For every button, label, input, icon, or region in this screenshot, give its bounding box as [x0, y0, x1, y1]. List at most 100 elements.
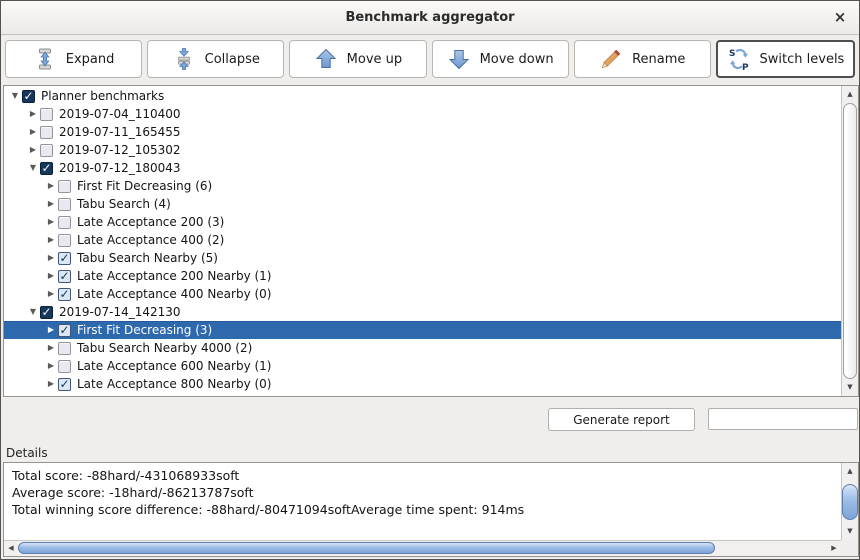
expander-collapsed-icon[interactable]: ▶ [44, 375, 58, 393]
expander-collapsed-icon[interactable]: ▶ [44, 213, 58, 231]
toolbar-button-label: Switch levels [760, 52, 845, 67]
expander-collapsed-icon[interactable]: ▶ [44, 249, 58, 267]
scroll-up-icon[interactable]: ▲ [842, 86, 858, 102]
expand-icon [33, 47, 57, 71]
tree-row[interactable]: ▶ 2019-07-04_110400 [4, 105, 841, 123]
tree-checkbox[interactable] [40, 162, 53, 175]
tree-item-label: 2019-07-04_110400 [59, 107, 181, 121]
tree-row[interactable]: ▶Late Acceptance 200 Nearby (1) [4, 267, 841, 285]
tree-row[interactable]: ▶2019-07-12_105302 [4, 141, 841, 159]
tree-row[interactable]: ▼ Planner benchmarks [4, 87, 841, 105]
move-down-icon [447, 47, 471, 71]
details-line: Average score: -18hard/-86213787soft [12, 484, 836, 501]
tree-item-label: Late Acceptance 400 (2) [77, 233, 224, 247]
tree-row[interactable]: ▶Late Acceptance 800 Nearby (0) [4, 375, 841, 393]
tree-checkbox[interactable] [40, 126, 53, 139]
tree-row[interactable]: ▶ Tabu Search Nearby 4000 (2) [4, 339, 841, 357]
benchmark-tree-panel: ▼Planner benchmarks▶2019-07-04_110400▶20… [3, 85, 859, 397]
expander-collapsed-icon[interactable]: ▶ [44, 231, 58, 249]
expander-collapsed-icon[interactable]: ▶ [26, 123, 40, 141]
benchmark-tree: ▼Planner benchmarks▶2019-07-04_110400▶20… [4, 87, 841, 396]
switch-levels-button[interactable]: SP Switch levels [716, 40, 855, 78]
tree-item-label: Planner benchmarks [41, 89, 164, 103]
svg-text:S: S [729, 49, 735, 59]
scroll-right-icon[interactable]: ▶ [827, 541, 841, 556]
expander-collapsed-icon[interactable]: ▶ [26, 141, 40, 159]
scroll-down-icon[interactable]: ▼ [842, 379, 858, 395]
details-text: Total score: -88hard/-431068933softAvera… [12, 467, 836, 538]
tree-checkbox[interactable] [58, 252, 71, 265]
tree-row[interactable]: ▶ Late Acceptance 400 (2) [4, 231, 841, 249]
tree-row[interactable]: ▶First Fit Decreasing (6) [4, 177, 841, 195]
tree-row[interactable]: ▶ Late Acceptance 600 Nearby (1) [4, 357, 841, 375]
expander-collapsed-icon[interactable]: ▶ [44, 195, 58, 213]
rename-button[interactable]: Rename [574, 40, 711, 78]
tree-checkbox[interactable] [58, 234, 71, 247]
details-horizontal-scrollbar[interactable]: ◀ ▶ [4, 540, 841, 556]
tree-checkbox[interactable] [40, 108, 53, 121]
details-label: Details [6, 446, 48, 460]
tree-item-label: Late Acceptance 600 Nearby (1) [77, 359, 272, 373]
toolbar-button-label: Move down [480, 52, 554, 67]
details-panel: Total score: -88hard/-431068933softAvera… [3, 462, 859, 557]
close-icon[interactable]: × [827, 1, 853, 34]
tree-checkbox[interactable] [58, 378, 71, 391]
details-vscrollbar-thumb[interactable] [842, 484, 858, 520]
tree-checkbox[interactable] [58, 324, 71, 337]
tree-checkbox[interactable] [58, 360, 71, 373]
tree-item-label: First Fit Decreasing (3) [77, 323, 212, 337]
expander-collapsed-icon[interactable]: ▶ [26, 105, 40, 123]
tree-row[interactable]: ▶Late Acceptance 200 (3) [4, 213, 841, 231]
expander-expanded-icon[interactable]: ▼ [26, 159, 40, 177]
tree-checkbox[interactable] [58, 270, 71, 283]
scroll-down-icon[interactable]: ▼ [842, 523, 858, 539]
tree-item-label: Tabu Search Nearby 4000 (2) [77, 341, 252, 355]
tree-item-label: Tabu Search Nearby (5) [77, 251, 218, 265]
tree-checkbox[interactable] [22, 90, 35, 103]
generate-report-button[interactable]: Generate report [548, 408, 695, 431]
window-title: Benchmark aggregator [1, 1, 859, 34]
tree-item-label: 2019-07-11_165455 [59, 125, 181, 139]
tree-checkbox[interactable] [40, 144, 53, 157]
details-hscrollbar-thumb[interactable] [18, 542, 715, 554]
tree-row[interactable]: ▶ First Fit Decreasing (3) [4, 321, 841, 339]
move-up-button[interactable]: Move up [289, 40, 426, 78]
tree-checkbox[interactable] [58, 342, 71, 355]
tree-item-label: 2019-07-14_142130 [59, 305, 181, 319]
expander-collapsed-icon[interactable]: ▶ [44, 177, 58, 195]
collapse-icon [172, 47, 196, 71]
benchmark-aggregator-window: Benchmark aggregator × Expand Collapse Mov… [0, 0, 860, 560]
tree-scrollbar-thumb[interactable] [843, 103, 857, 379]
expand-button[interactable]: Expand [5, 40, 142, 78]
tree-checkbox[interactable] [58, 180, 71, 193]
tree-row[interactable]: ▼ 2019-07-12_180043 [4, 159, 841, 177]
move-down-button[interactable]: Move down [432, 40, 569, 78]
expander-collapsed-icon[interactable]: ▶ [44, 267, 58, 285]
tree-checkbox[interactable] [58, 216, 71, 229]
tree-item-label: 2019-07-12_180043 [59, 161, 181, 175]
expander-collapsed-icon[interactable]: ▶ [44, 339, 58, 357]
switch-levels-icon: SP [727, 47, 751, 71]
scroll-up-icon[interactable]: ▲ [842, 463, 858, 479]
tree-row[interactable]: ▶Tabu Search (4) [4, 195, 841, 213]
expander-expanded-icon[interactable]: ▼ [26, 303, 40, 321]
report-progress-field[interactable] [708, 408, 858, 430]
tree-row[interactable]: ▶ 2019-07-11_165455 [4, 123, 841, 141]
tree-row[interactable]: ▼ 2019-07-14_142130 [4, 303, 841, 321]
tree-checkbox[interactable] [58, 288, 71, 301]
details-vertical-scrollbar[interactable]: ▲ ▼ [841, 463, 858, 540]
tree-checkbox[interactable] [58, 198, 71, 211]
toolbar-button-label: Collapse [205, 52, 260, 67]
expander-expanded-icon[interactable]: ▼ [8, 87, 22, 105]
tree-row[interactable]: ▶ Tabu Search Nearby (5) [4, 249, 841, 267]
expander-collapsed-icon[interactable]: ▶ [44, 321, 58, 339]
collapse-button[interactable]: Collapse [147, 40, 284, 78]
scroll-left-icon[interactable]: ◀ [4, 541, 18, 556]
toolbar-button-label: Move up [347, 52, 403, 67]
expander-collapsed-icon[interactable]: ▶ [44, 357, 58, 375]
tree-checkbox[interactable] [40, 306, 53, 319]
toolbar: Expand Collapse Move up Move down Rename SP Sw… [1, 35, 859, 83]
expander-collapsed-icon[interactable]: ▶ [44, 285, 58, 303]
tree-row[interactable]: ▶Late Acceptance 400 Nearby (0) [4, 285, 841, 303]
tree-vertical-scrollbar[interactable]: ▲ ▼ [841, 86, 858, 396]
